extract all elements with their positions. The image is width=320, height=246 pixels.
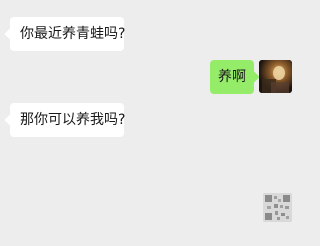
message-text: 那你可以养我吗?	[20, 112, 126, 128]
chat-area: 你最近养青蛙吗? 养啊 那你可以养我吗?	[0, 0, 300, 246]
qr-pattern	[263, 193, 292, 222]
outgoing-message[interactable]: 养啊	[210, 60, 254, 94]
message-text: 养啊	[218, 69, 246, 85]
qr-code-icon	[263, 193, 292, 222]
incoming-message[interactable]: 你最近养青蛙吗?	[10, 17, 126, 51]
avatar-image	[259, 60, 292, 93]
message-text: 你最近养青蛙吗?	[20, 26, 126, 42]
incoming-message[interactable]: 那你可以养我吗?	[10, 103, 126, 137]
user-avatar[interactable]	[259, 60, 292, 93]
